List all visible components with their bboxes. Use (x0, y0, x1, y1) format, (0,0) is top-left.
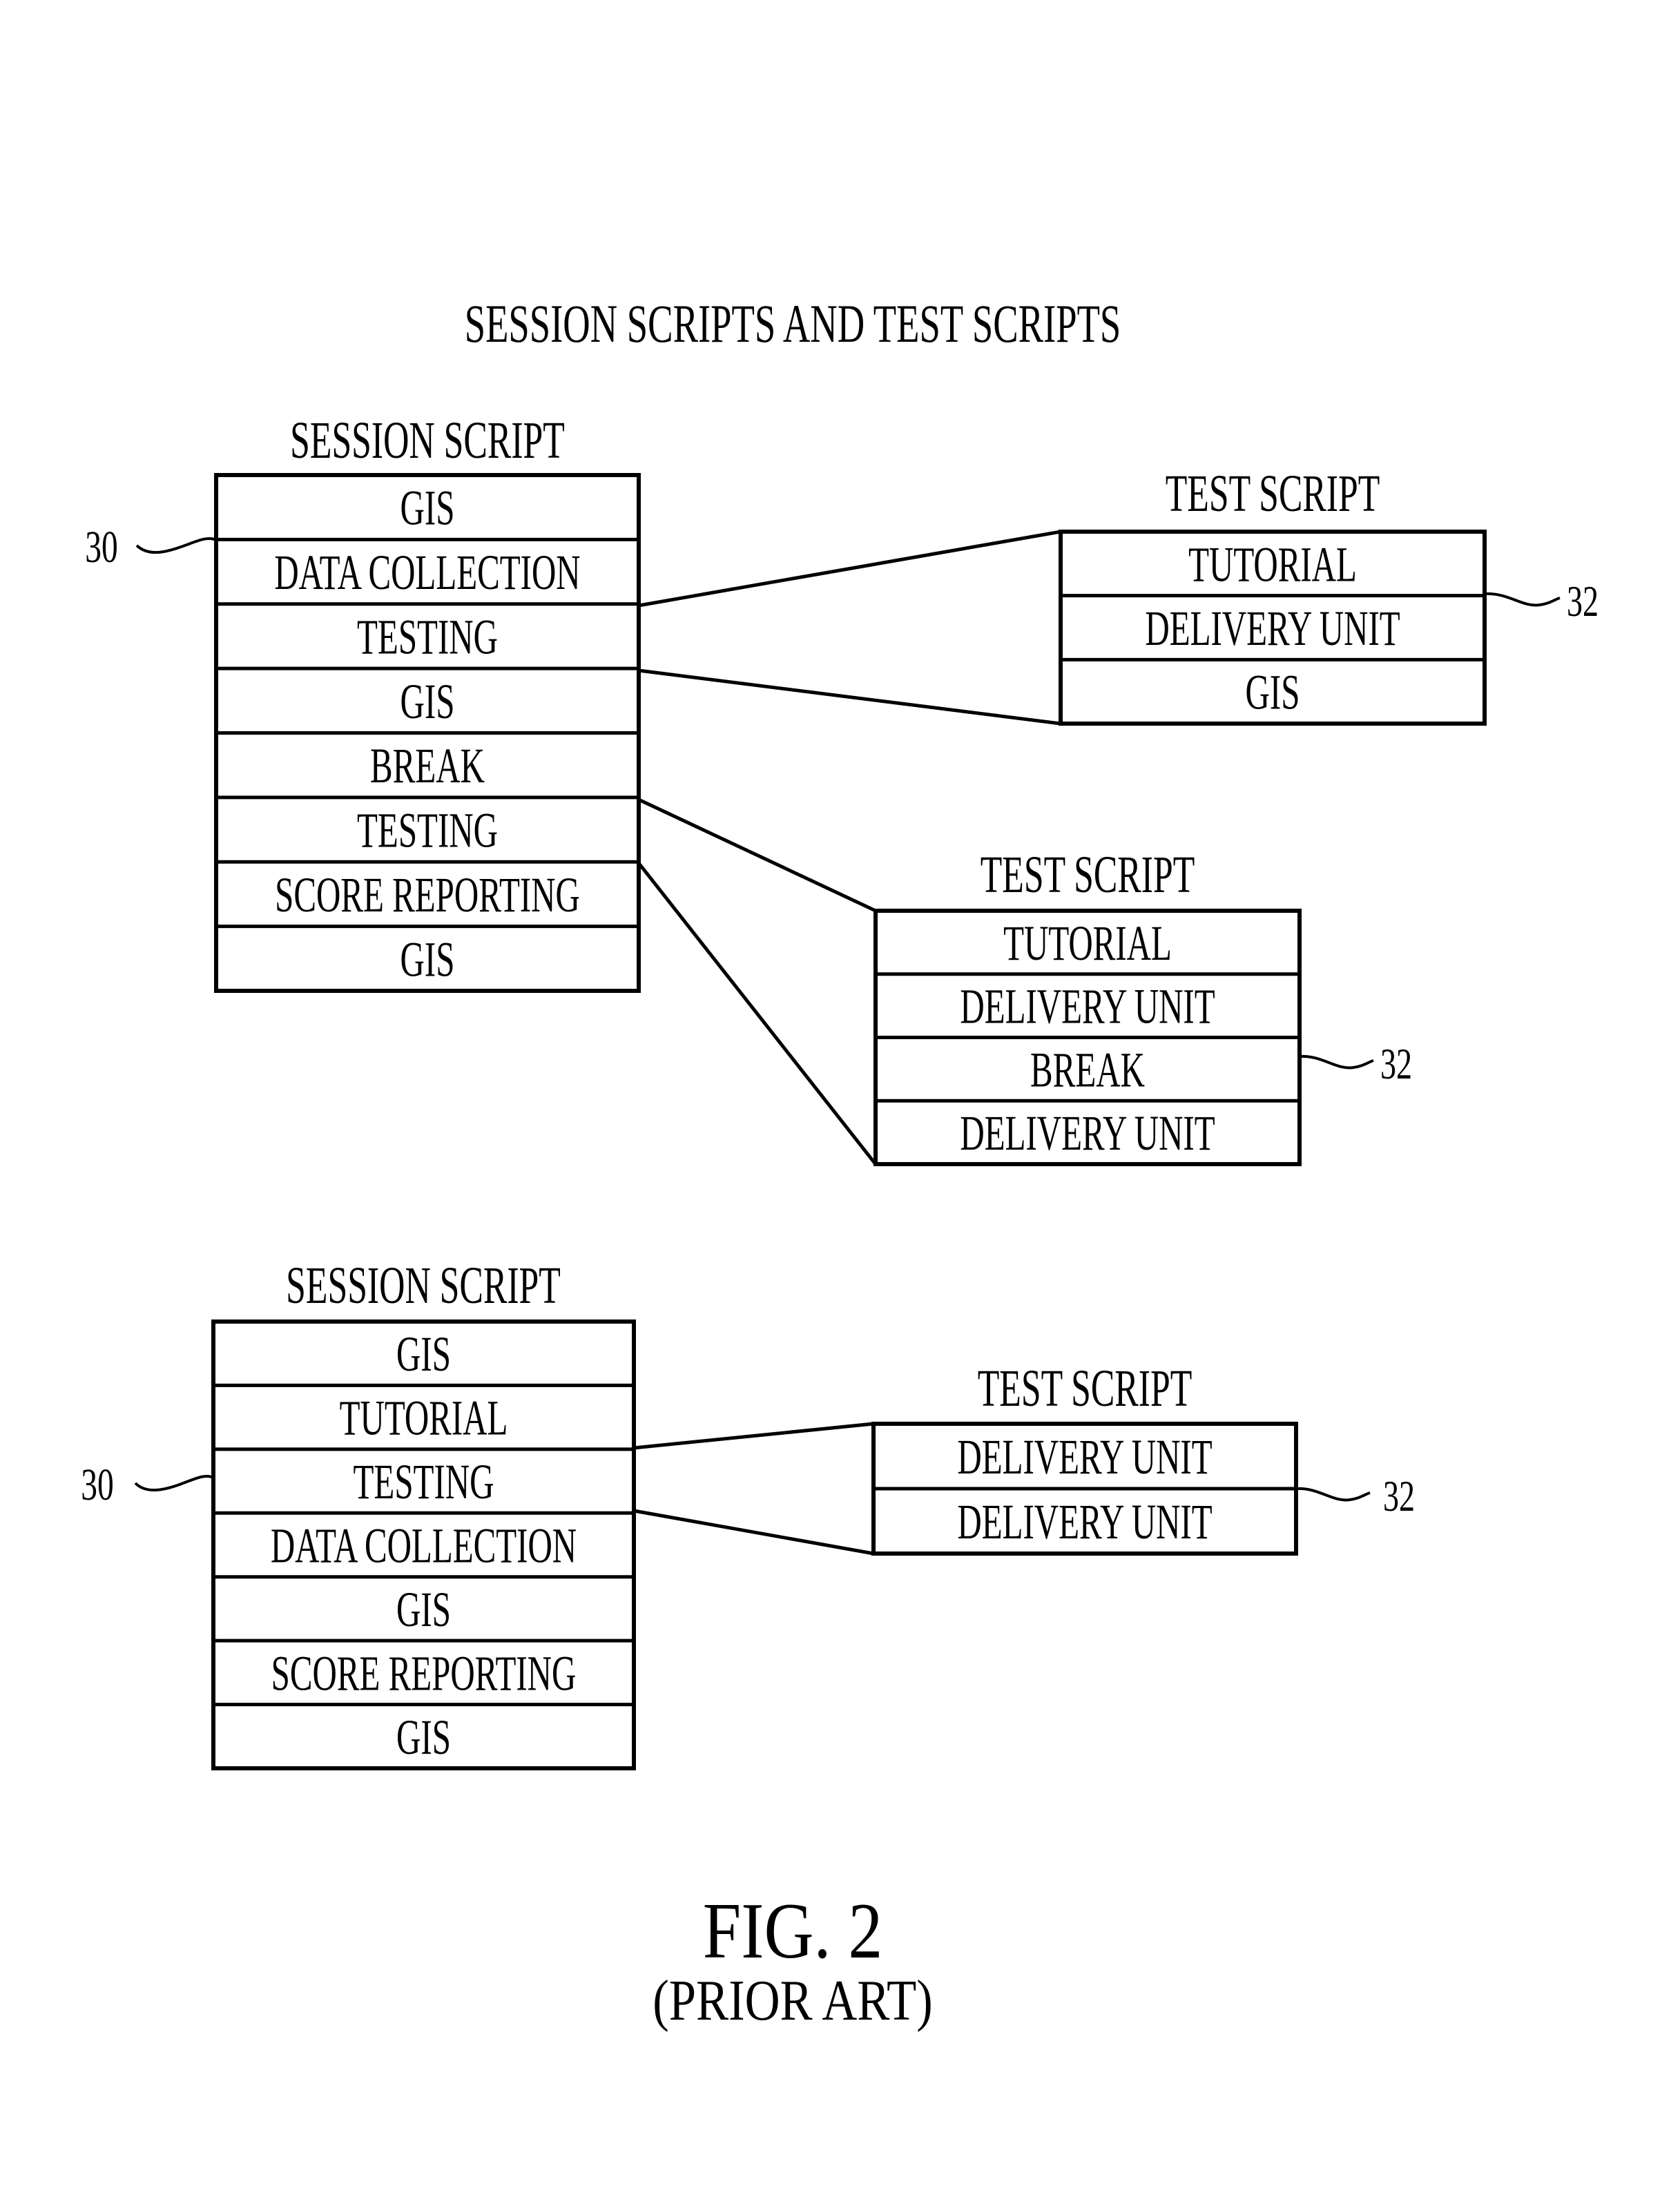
ref-leader-30 (135, 536, 217, 554)
test-row: TUTORIAL (1003, 916, 1172, 972)
diagram-title: SESSION SCRIPTS AND TEST SCRIPTS (465, 293, 1121, 354)
row-label: TUTORIAL (340, 1391, 508, 1446)
diagram-canvas: SESSION SCRIPTS AND TEST SCRIPTS SESSION… (81, 293, 1599, 2032)
session-script-heading: SESSION SCRIPT (286, 1257, 561, 1315)
row-label: DELIVERY UNIT (957, 1495, 1212, 1550)
ref-leader-32 (1484, 592, 1561, 607)
test-script-heading: TEST SCRIPT (978, 1360, 1193, 1418)
connector-testing-to-test-script-bottom (638, 668, 1061, 726)
session-script-heading: SESSION SCRIPT (290, 412, 565, 470)
session-row: DATA COLLECTION (213, 1511, 634, 1574)
test-script-rows: DELIVERY UNIT DELIVERY UNIT (873, 1430, 1296, 1550)
test-row: DELIVERY UNIT (873, 1487, 1296, 1550)
row-label: DELIVERY UNIT (1145, 601, 1400, 657)
row-label: GIS (400, 481, 455, 536)
connector-testing-to-test-script-bottom (637, 862, 877, 1166)
session-script-1: SESSION SCRIPT GIS DATA COLLECTION TESTING… (85, 412, 641, 993)
test-script-2a: TEST SCRIPT DELIVERY UNIT DELIVERY UNIT 3… (871, 1360, 1415, 1556)
row-label: TUTORIAL (1003, 916, 1172, 972)
test-row: GIS (1061, 657, 1485, 721)
ref-numeral-32: 32 (1380, 1040, 1412, 1089)
session-script-2: SESSION SCRIPT GIS TUTORIAL TESTING DATA CO… (81, 1257, 636, 1770)
figure-label: FIG. 2 (703, 1887, 882, 1975)
test-script-heading: TEST SCRIPT (981, 846, 1195, 904)
row-label: GIS (396, 1327, 451, 1382)
row-label: GIS (400, 675, 455, 730)
row-label: GIS (400, 932, 455, 987)
row-label: TUTORIAL (1188, 537, 1357, 592)
session-row: SCORE REPORTING (216, 860, 639, 923)
figure-sublabel: (PRIOR ART) (653, 1968, 932, 2032)
row-label: GIS (396, 1583, 451, 1638)
session-row: GIS (213, 1575, 634, 1638)
session-script-rows: GIS DATA COLLECTION TESTING GIS BREAK TESTING… (216, 481, 639, 987)
session-row: TESTING (216, 795, 639, 858)
row-label: GIS (396, 1710, 451, 1766)
test-script-1a: TEST SCRIPT TUTORIAL DELIVERY UNIT GIS 32 (1059, 465, 1599, 726)
ref-leader-30 (134, 1474, 214, 1492)
test-row: DELIVERY UNIT (957, 1430, 1212, 1485)
row-label: BREAK (1030, 1043, 1145, 1098)
row-label: DELIVERY UNIT (957, 1430, 1212, 1485)
connector-testing-to-test-script-bottom (633, 1509, 874, 1556)
test-script-rows: TUTORIAL DELIVERY UNIT GIS (1061, 537, 1485, 720)
test-script-heading: TEST SCRIPT (1166, 465, 1380, 523)
test-row: DELIVERY UNIT (876, 1099, 1300, 1161)
session-row: GIS (213, 1703, 634, 1766)
session-row: BREAK (216, 731, 639, 794)
ref-numeral-32: 32 (1567, 577, 1599, 626)
row-label: TESTING (354, 1455, 494, 1510)
row-label: DATA COLLECTION (271, 1518, 577, 1574)
session-row: TESTING (216, 602, 639, 665)
session-row: SCORE REPORTING (213, 1638, 634, 1701)
row-label: TESTING (357, 610, 498, 665)
connector-testing-to-test-script-top (633, 1422, 874, 1450)
ref-numeral-30: 30 (85, 523, 118, 572)
row-label: DELIVERY UNIT (960, 1106, 1215, 1161)
row-label: SCORE REPORTING (275, 868, 580, 923)
session-row: GIS (400, 481, 455, 536)
ref-numeral-32: 32 (1383, 1472, 1415, 1521)
session-row: GIS (216, 925, 639, 987)
row-label: GIS (1246, 666, 1300, 721)
session-row: TESTING (213, 1447, 634, 1510)
ref-leader-32 (1295, 1487, 1371, 1502)
test-script-1b: TEST SCRIPT TUTORIAL DELIVERY UNIT BREAK DE… (873, 846, 1412, 1166)
ref-numeral-30: 30 (81, 1460, 114, 1510)
session-script-rows: GIS TUTORIAL TESTING DATA COLLECTION GIS SCOR… (213, 1327, 634, 1765)
test-row: TUTORIAL (1188, 537, 1357, 592)
session-row: GIS (216, 666, 639, 730)
session-row: TUTORIAL (213, 1383, 634, 1446)
connector-testing-to-test-script-top (638, 530, 1061, 608)
test-row: DELIVERY UNIT (1061, 594, 1485, 657)
row-label: SCORE REPORTING (271, 1646, 577, 1701)
row-label: TESTING (357, 803, 498, 858)
session-row: GIS (396, 1327, 451, 1382)
row-label: DATA COLLECTION (274, 545, 580, 601)
row-label: BREAK (370, 739, 485, 794)
test-row: DELIVERY UNIT (876, 972, 1300, 1034)
session-row: DATA COLLECTION (216, 537, 639, 601)
ref-leader-32 (1299, 1054, 1374, 1070)
test-row: BREAK (876, 1036, 1300, 1098)
row-label: DELIVERY UNIT (960, 979, 1215, 1034)
test-script-rows: TUTORIAL DELIVERY UNIT BREAK DELIVERY UNIT (876, 916, 1300, 1161)
connector-testing-to-test-script-top (637, 798, 877, 913)
